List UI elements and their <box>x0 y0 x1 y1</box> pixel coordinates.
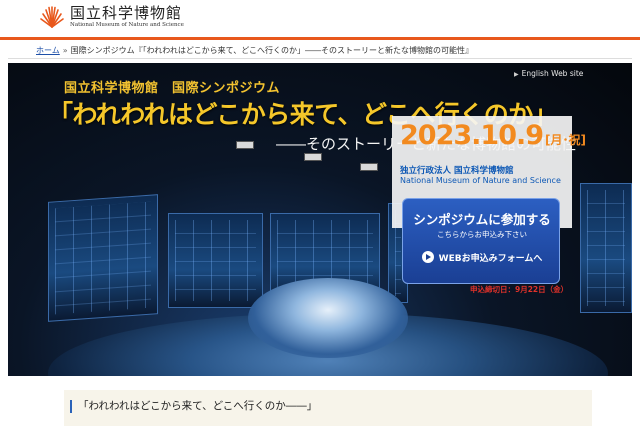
main-content: 「われわれはどこから来て、どこへ行くのか――」 <box>8 376 632 426</box>
breadcrumb-current: 国際シンポジウム『「われわれはどこから来て、どこへ行くのか」――そのストーリーと… <box>70 46 473 55</box>
logo-title-en: National Museum of Nature and Science <box>70 22 184 28</box>
play-circle-icon <box>421 251 434 263</box>
hero-screen-left <box>48 194 158 322</box>
triangle-right-icon: ▶ <box>514 71 519 78</box>
join-symposium-box[interactable]: シンポジウムに参加する こちらからお申込み下さい WEBお申込みフォームへ <box>402 198 560 284</box>
english-site-link[interactable]: ▶ English Web site <box>514 69 583 78</box>
event-date-day: [月･祝] <box>545 133 587 147</box>
organizer-en: National Museum of Nature and Science <box>400 176 561 185</box>
english-site-link-label: English Web site <box>521 69 584 78</box>
ceiling-projector <box>236 141 254 149</box>
breadcrumb: ホーム» 国際シンポジウム『「われわれはどこから来て、どこへ行くのか」――そのスト… <box>8 43 632 59</box>
logo-title-jp: 国立科学博物館 <box>70 4 183 22</box>
museum-logo-icon <box>38 5 66 29</box>
ceiling-projector <box>304 153 322 161</box>
application-deadline: 申込締切日：9月22日（金） <box>470 285 569 294</box>
hero-screen-center-left <box>168 213 263 308</box>
section-heading: 「われわれはどこから来て、どこへ行くのか――」 <box>70 400 317 413</box>
organizer-jp: 独立行政法人 国立科学博物館 <box>400 166 514 176</box>
event-date-main: 2023.10.9 <box>400 120 544 151</box>
ceiling-projector <box>360 163 378 171</box>
hero-subtitle-top: 国立科学博物館 国際シンポジウム <box>64 81 281 96</box>
join-note: こちらからお申込み下さい <box>437 230 527 239</box>
logo-text: 国立科学博物館 National Museum of Nature and Sc… <box>70 5 184 29</box>
breadcrumb-separator: » <box>62 46 68 55</box>
breadcrumb-home-link[interactable]: ホーム <box>36 46 60 55</box>
site-logo[interactable]: 国立科学博物館 National Museum of Nature and Sc… <box>38 5 184 29</box>
hero-screen-far-right <box>580 183 632 313</box>
event-date: 2023.10.9 [月･祝] <box>400 120 586 151</box>
apply-button-label: WEBお申込みフォームへ <box>438 253 543 264</box>
site-header: 国立科学博物館 National Museum of Nature and Sc… <box>0 0 640 40</box>
join-title: シンポジウムに参加する <box>413 212 551 227</box>
page: 国立科学博物館 National Museum of Nature and Sc… <box>0 0 640 426</box>
web-application-form-button[interactable]: WEBお申込みフォームへ <box>417 246 547 268</box>
hero-globe <box>248 278 408 358</box>
